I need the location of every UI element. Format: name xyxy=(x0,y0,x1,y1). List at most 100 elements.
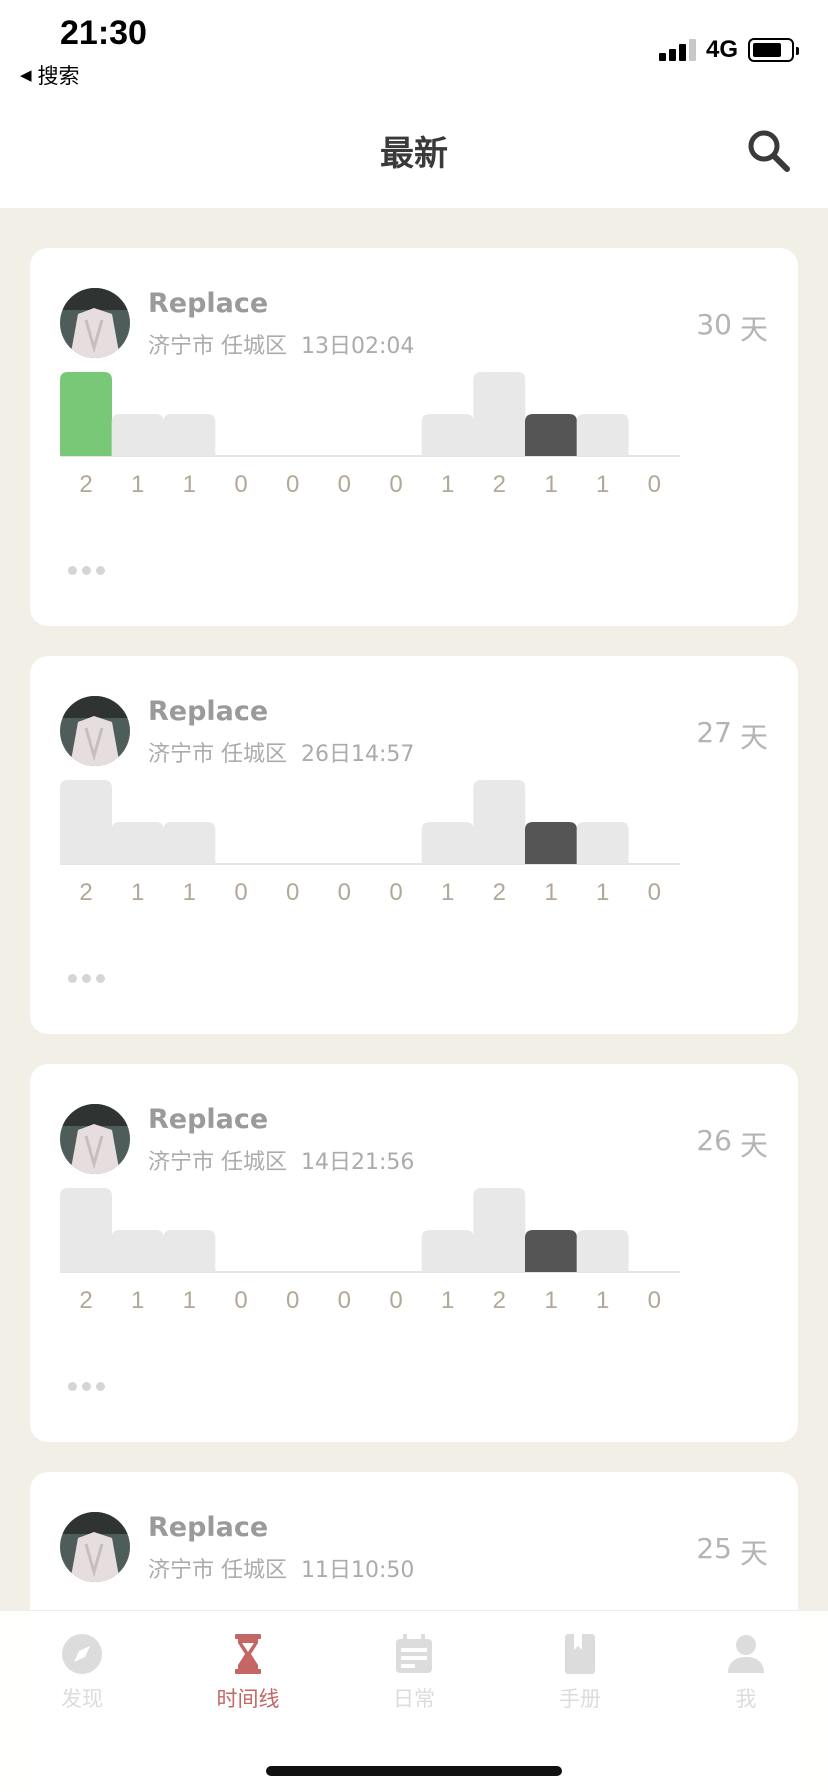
chart-value-label: 1 xyxy=(544,471,557,498)
chart-bar xyxy=(111,414,164,456)
city: 济宁市 任城区 xyxy=(148,1150,288,1175)
chart-value-label: 0 xyxy=(286,1287,299,1314)
chart-bar xyxy=(60,1188,112,1272)
tab-discover[interactable]: 发现 xyxy=(22,1631,142,1713)
chart-value-label: 0 xyxy=(648,879,661,906)
chart-value-label: 0 xyxy=(648,471,661,498)
timeline-card[interactable]: Replace 济宁市 任城区 26日14:57 27 天 2 1 1 0 0 0 0 1 2 1 1… xyxy=(30,656,798,1034)
avatar[interactable] xyxy=(60,1104,130,1174)
chart-value-label: 0 xyxy=(286,471,299,498)
chart-bar xyxy=(60,780,112,864)
chart-value-label: 0 xyxy=(338,471,351,498)
location-time: 济宁市 任城区 14日21:56 xyxy=(148,1144,414,1176)
city: 济宁市 任城区 xyxy=(148,742,288,767)
chart-bar xyxy=(421,1230,474,1272)
more-icon[interactable] xyxy=(68,1382,105,1391)
avatar[interactable] xyxy=(60,696,130,766)
chart-value-label: 2 xyxy=(493,471,506,498)
chart-bar xyxy=(111,822,164,864)
chart-value-label: 0 xyxy=(286,879,299,906)
datetime: 14日21:56 xyxy=(301,1150,415,1175)
search-icon xyxy=(748,130,790,172)
back-label: 搜索 xyxy=(37,64,80,88)
chart-value-label: 0 xyxy=(234,471,247,498)
chart-bar xyxy=(473,780,526,864)
chart-bar xyxy=(60,372,112,456)
page-title: 最新 xyxy=(380,134,448,174)
days-count: 25 天 xyxy=(696,1532,768,1570)
top-bar: 21:30 ◀ 搜索 4G 最新 xyxy=(0,0,828,208)
chart-value-label: 2 xyxy=(79,471,92,498)
chart-value-label: 1 xyxy=(544,1287,557,1314)
compass-icon xyxy=(62,1634,102,1674)
tab-timeline[interactable]: 时间线 xyxy=(188,1631,308,1713)
chart-value-label: 0 xyxy=(338,1287,351,1314)
datetime: 26日14:57 xyxy=(301,742,415,767)
status-time: 21:30 xyxy=(60,14,147,52)
chart-value-label: 1 xyxy=(441,879,454,906)
chart-value-label: 1 xyxy=(441,1287,454,1314)
chart-value-label: 0 xyxy=(389,471,402,498)
chart-value-label: 1 xyxy=(596,879,609,906)
hourglass-icon xyxy=(235,1634,261,1674)
home-indicator xyxy=(266,1766,562,1776)
chart-value-label: 1 xyxy=(596,1287,609,1314)
city: 济宁市 任城区 xyxy=(148,1558,288,1583)
location-time: 济宁市 任城区 26日14:57 xyxy=(148,736,414,768)
avatar[interactable] xyxy=(60,288,130,358)
user-name: Replace xyxy=(148,1512,269,1543)
more-icon[interactable] xyxy=(68,566,105,575)
battery-icon xyxy=(748,38,799,62)
person-icon xyxy=(728,1635,764,1673)
chart-value-label: 0 xyxy=(234,1287,247,1314)
chart-value-label: 1 xyxy=(131,471,144,498)
chart-value-label: 1 xyxy=(131,879,144,906)
datetime: 11日10:50 xyxy=(301,1558,415,1583)
chart-bar xyxy=(525,1230,577,1272)
tab-bar: 发现 时间线 日常 手册 我 xyxy=(0,1610,828,1792)
more-icon[interactable] xyxy=(68,974,105,983)
tab-me[interactable]: 我 xyxy=(686,1631,806,1713)
chart-value-label: 1 xyxy=(596,471,609,498)
chart-value-label: 0 xyxy=(389,1287,402,1314)
chart-value-label: 0 xyxy=(648,1287,661,1314)
signal-icon xyxy=(658,39,696,61)
datetime: 13日02:04 xyxy=(301,334,415,359)
days-count: 26 天 xyxy=(696,1124,768,1162)
chart-bar xyxy=(473,372,526,456)
chart-bar xyxy=(576,1230,629,1272)
chart-value-label: 0 xyxy=(234,879,247,906)
search-button[interactable] xyxy=(744,126,792,174)
chart-bar xyxy=(525,822,577,864)
chart-value-label: 2 xyxy=(493,879,506,906)
status-indicators: 4G xyxy=(658,36,799,64)
avatar[interactable] xyxy=(60,1512,130,1582)
chart-value-label: 1 xyxy=(131,1287,144,1314)
chart-bar xyxy=(111,1230,164,1272)
chart-value-label: 2 xyxy=(79,1287,92,1314)
chart-value-label: 1 xyxy=(544,879,557,906)
user-name: Replace xyxy=(148,288,269,319)
chart-value-label: 0 xyxy=(338,879,351,906)
chart-value-label: 1 xyxy=(183,1287,196,1314)
chart-value-label: 2 xyxy=(493,1287,506,1314)
user-name: Replace xyxy=(148,696,269,727)
chart-bar xyxy=(473,1188,526,1272)
tab-handbook[interactable]: 手册 xyxy=(520,1631,640,1713)
tab-daily[interactable]: 日常 xyxy=(354,1631,474,1713)
chart-value-label: 1 xyxy=(441,471,454,498)
frequency-chart: 2 1 1 0 0 0 0 1 2 1 1 0 xyxy=(60,780,680,906)
book-icon xyxy=(565,1634,595,1674)
location-time: 济宁市 任城区 13日02:04 xyxy=(148,328,414,360)
city: 济宁市 任城区 xyxy=(148,334,288,359)
timeline-card[interactable]: Replace 济宁市 任城区 13日02:04 30 天 2 1 1 0 0 0 0 1 2 1 1… xyxy=(30,248,798,626)
timeline-card[interactable]: Replace 济宁市 任城区 14日21:56 26 天 2 1 1 0 0 0 0 1 2 1 1… xyxy=(30,1064,798,1442)
chart-value-label: 1 xyxy=(183,471,196,498)
user-name: Replace xyxy=(148,1104,269,1135)
chart-bar xyxy=(163,414,216,456)
back-to-search[interactable]: ◀ 搜索 xyxy=(20,60,80,90)
back-arrow-icon: ◀ xyxy=(20,66,32,84)
chart-bar xyxy=(163,1230,216,1272)
chart-value-label: 0 xyxy=(389,879,402,906)
chart-bar xyxy=(421,414,474,456)
